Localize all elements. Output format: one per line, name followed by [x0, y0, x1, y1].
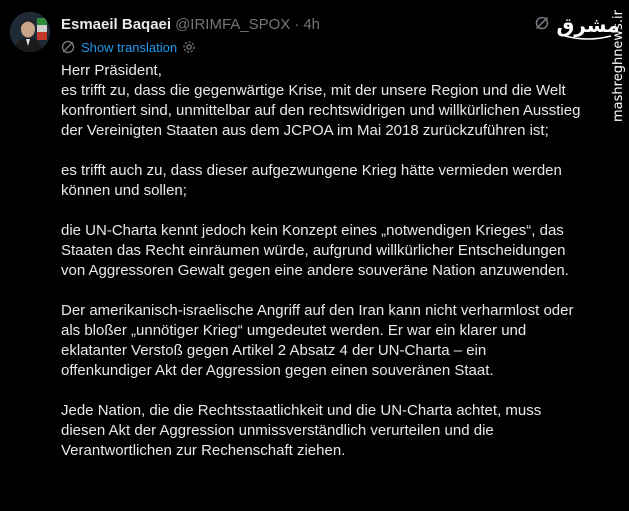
globe-icon: [61, 40, 75, 54]
translation-row: Show translation: [61, 38, 196, 56]
tweet-header: Esmaeil Baqaei @IRIMFA_SPOX · 4h: [61, 14, 320, 34]
grok-icon[interactable]: [534, 15, 550, 31]
gear-icon[interactable]: [182, 40, 196, 54]
avatar[interactable]: [10, 12, 50, 52]
author-name[interactable]: Esmaeil Baqaei: [61, 16, 171, 33]
tweet-timestamp[interactable]: 4h: [303, 16, 320, 33]
watermark: mashreghnews.ir: [589, 10, 626, 130]
show-translation-link[interactable]: Show translation: [81, 40, 177, 55]
watermark-site: mashreghnews.ir: [611, 10, 626, 122]
separator-dot: ·: [294, 15, 300, 33]
tweet-paragraph: Herr Präsident, es trifft zu, dass die g…: [61, 62, 581, 139]
avatar-image: [10, 12, 50, 52]
tweet-paragraph: Jede Nation, die die Rechtsstaatlichkeit…: [61, 402, 542, 459]
tweet[interactable]: Esmaeil Baqaei @IRIMFA_SPOX · 4h Show tr…: [0, 0, 580, 511]
author-handle[interactable]: @IRIMFA_SPOX: [175, 16, 290, 33]
tweet-paragraph: Der amerikanisch-israelische Angriff auf…: [61, 302, 574, 379]
tweet-paragraph: die UN-Charta kennt jedoch kein Konzept …: [61, 222, 569, 279]
tweet-text: Herr Präsident, es trifft zu, dass die g…: [61, 61, 581, 481]
tweet-paragraph: es trifft auch zu, dass dieser aufgezwun…: [61, 162, 562, 199]
